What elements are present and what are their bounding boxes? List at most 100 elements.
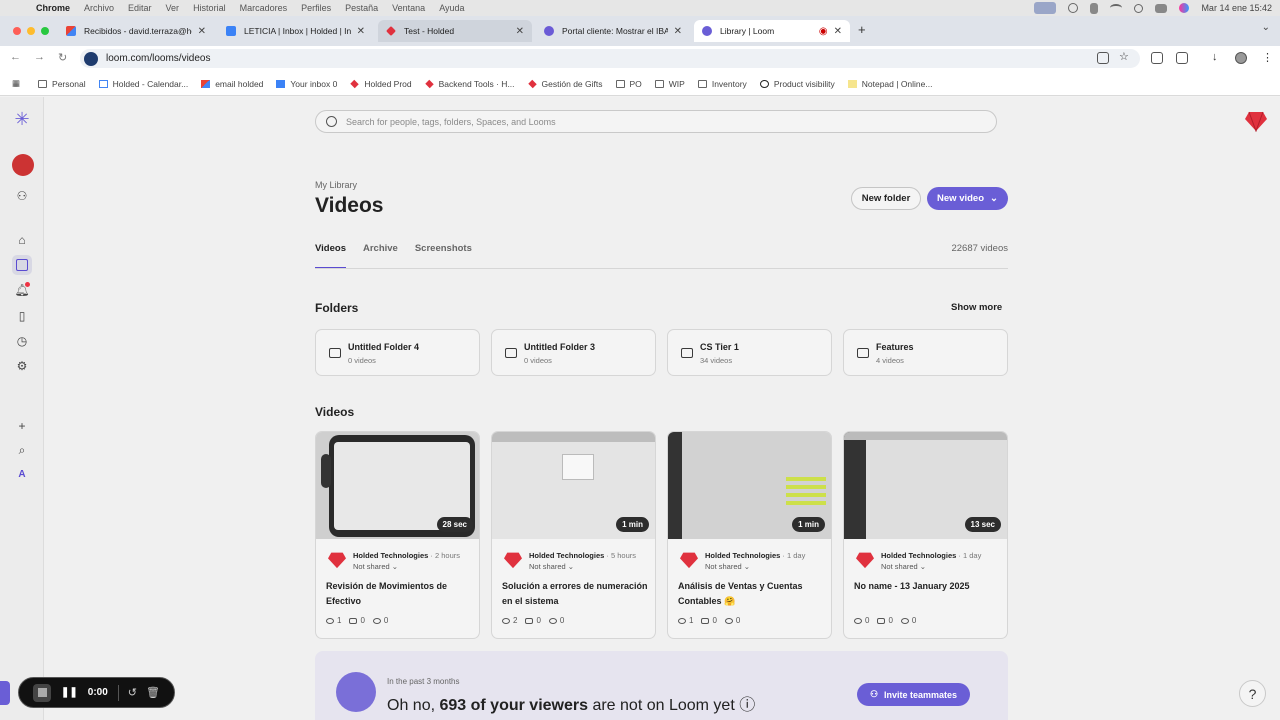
- video-card[interactable]: 1 min Holded Technologies · 5 hours Not …: [491, 431, 656, 639]
- close-tab-icon[interactable]: ✕: [834, 26, 842, 37]
- extensions-icon[interactable]: [1176, 52, 1188, 64]
- menu-pestana[interactable]: Pestaña: [345, 3, 378, 13]
- control-icon[interactable]: [1090, 2, 1099, 14]
- spotlight-icon[interactable]: [1134, 3, 1144, 13]
- add-icon[interactable]: +: [12, 416, 32, 436]
- stop-recording-button[interactable]: [33, 683, 51, 702]
- download-icon[interactable]: ↓: [1212, 51, 1218, 63]
- bookmark-po[interactable]: PO: [615, 79, 642, 89]
- menu-ayuda[interactable]: Ayuda: [439, 3, 464, 13]
- breadcrumb[interactable]: My Library: [315, 180, 357, 190]
- video-card[interactable]: 28 sec Holded Technologies · 2 hours Not…: [315, 431, 480, 639]
- library-search[interactable]: Search for people, tags, folders, Spaces…: [315, 110, 997, 133]
- pause-button[interactable]: ❚❚: [61, 687, 78, 698]
- new-tab-button[interactable]: +: [858, 22, 866, 37]
- bookmark-backend-tools[interactable]: Backend Tools · H...: [424, 79, 515, 89]
- menu-perfiles[interactable]: Perfiles: [301, 3, 331, 13]
- loom-logo-icon[interactable]: ✳: [12, 109, 32, 129]
- history-icon[interactable]: ◷: [12, 331, 32, 351]
- reload-button[interactable]: ↻: [58, 51, 67, 64]
- bookmark-notepad[interactable]: Notepad | Online...: [847, 79, 932, 89]
- folder-card[interactable]: Features 4 videos: [843, 329, 1008, 376]
- screen-record-icon[interactable]: [1034, 2, 1057, 14]
- bookmark-holded-prod[interactable]: Holded Prod: [350, 79, 412, 89]
- close-tab-icon[interactable]: ✕: [674, 26, 682, 37]
- workspace-avatar[interactable]: [12, 154, 34, 176]
- trash-icon[interactable]: 🗑︎: [146, 686, 160, 699]
- zoom-window-icon[interactable]: [41, 27, 49, 35]
- bookmark-personal[interactable]: Personal: [38, 79, 86, 89]
- bookmark-holded-calendar[interactable]: Holded - Calendar...: [98, 79, 188, 89]
- control-center-icon[interactable]: [1155, 3, 1168, 13]
- close-window-icon[interactable]: [13, 27, 21, 35]
- tab-search-icon[interactable]: ⌄: [1262, 22, 1270, 33]
- ai-icon[interactable]: A: [12, 464, 32, 484]
- bookmark-product-visibility[interactable]: Product visibility: [759, 79, 835, 89]
- bookmark-star-icon[interactable]: ☆: [1119, 50, 1129, 63]
- menu-editar[interactable]: Editar: [128, 3, 152, 13]
- browser-tab-intercom[interactable]: LETICIA | Inbox | Holded | Inte ✕: [218, 20, 373, 42]
- folder-card[interactable]: Untitled Folder 4 0 videos: [315, 329, 480, 376]
- holded-brand-icon[interactable]: [1244, 110, 1268, 132]
- camera-bubble-tab[interactable]: [0, 681, 10, 705]
- close-tab-icon[interactable]: ✕: [198, 26, 206, 37]
- menu-ventana[interactable]: Ventana: [392, 3, 425, 13]
- cast-icon[interactable]: [1151, 52, 1163, 64]
- profile-avatar[interactable]: [1235, 52, 1247, 64]
- bookmark-icon[interactable]: ▯: [12, 306, 32, 326]
- menu-historial[interactable]: Historial: [193, 3, 226, 13]
- bookmark-gifts[interactable]: Gestión de Gifts: [527, 79, 603, 89]
- show-more-button[interactable]: Show more: [951, 302, 1002, 313]
- search-icon[interactable]: ⌕: [12, 440, 32, 460]
- bookmark-inventory[interactable]: Inventory: [697, 79, 747, 89]
- invite-teammates-button[interactable]: ⚇ Invite teammates: [857, 683, 970, 706]
- share-status-dropdown[interactable]: Not shared ⌄: [353, 562, 398, 571]
- menu-chrome[interactable]: Chrome: [36, 3, 70, 13]
- close-tab-icon[interactable]: ✕: [357, 26, 365, 37]
- tab-archive[interactable]: Archive: [363, 243, 398, 254]
- close-tab-icon[interactable]: ✕: [516, 26, 524, 37]
- video-title[interactable]: Análisis de Ventas y Cuentas Contables 🤗: [678, 579, 826, 609]
- chrome-menu-icon[interactable]: ⋮: [1262, 51, 1273, 64]
- browser-tab-loom[interactable]: Library | Loom ◉ ✕: [694, 20, 850, 42]
- restart-icon[interactable]: ↺: [128, 686, 137, 699]
- home-icon[interactable]: ⌂: [12, 230, 32, 250]
- wifi-icon[interactable]: [1110, 4, 1123, 12]
- clock[interactable]: Mar 14 ene 15:42: [1201, 3, 1272, 13]
- settings-gear-icon[interactable]: ⚙: [12, 356, 32, 376]
- site-info-icon[interactable]: [84, 51, 98, 66]
- back-button[interactable]: ←: [10, 51, 21, 63]
- minimize-window-icon[interactable]: [27, 27, 35, 35]
- new-folder-button[interactable]: New folder: [851, 187, 921, 210]
- tab-videos[interactable]: Videos: [315, 243, 346, 269]
- video-card[interactable]: 1 min Holded Technologies · 1 day Not sh…: [667, 431, 832, 639]
- tab-screenshots[interactable]: Screenshots: [415, 243, 472, 254]
- address-bar[interactable]: loom.com/looms/videos: [80, 49, 1140, 68]
- menu-marcadores[interactable]: Marcadores: [240, 3, 288, 13]
- bookmark-your-inbox[interactable]: Your inbox 0: [276, 79, 337, 89]
- browser-tab-portal[interactable]: Portal cliente: Mostrar el IBAN ✕: [536, 20, 690, 42]
- help-button[interactable]: ?: [1239, 680, 1266, 707]
- menu-ver[interactable]: Ver: [166, 3, 180, 13]
- menu-archivo[interactable]: Archivo: [84, 3, 114, 13]
- folder-card[interactable]: CS Tier 1 34 videos: [667, 329, 832, 376]
- notifications-icon[interactable]: 🔔︎: [12, 280, 32, 300]
- forward-button[interactable]: →: [34, 51, 45, 63]
- bookmark-wip[interactable]: WIP: [654, 79, 685, 89]
- library-icon[interactable]: [12, 255, 32, 275]
- members-icon[interactable]: ⚇: [12, 186, 32, 206]
- video-title[interactable]: Revisión de Movimientos de Efectivo: [326, 579, 474, 609]
- siri-icon[interactable]: [1179, 3, 1190, 13]
- browser-tab-holded-test[interactable]: Test - Holded ✕: [378, 20, 532, 42]
- share-status-dropdown[interactable]: Not shared ⌄: [529, 562, 574, 571]
- video-card[interactable]: 13 sec Holded Technologies · 1 day Not s…: [843, 431, 1008, 639]
- video-title[interactable]: Solución a errores de numeración en el s…: [502, 579, 650, 609]
- folder-card[interactable]: Untitled Folder 3 0 videos: [491, 329, 656, 376]
- share-status-dropdown[interactable]: Not shared ⌄: [881, 562, 926, 571]
- video-title[interactable]: No name - 13 January 2025: [854, 579, 1002, 594]
- bookmark-email-holded[interactable]: email holded: [201, 79, 263, 89]
- new-video-button[interactable]: New video ⌄: [927, 187, 1008, 210]
- share-status-dropdown[interactable]: Not shared ⌄: [705, 562, 750, 571]
- sync-icon[interactable]: [1068, 3, 1079, 13]
- apps-icon[interactable]: ▦: [12, 78, 20, 89]
